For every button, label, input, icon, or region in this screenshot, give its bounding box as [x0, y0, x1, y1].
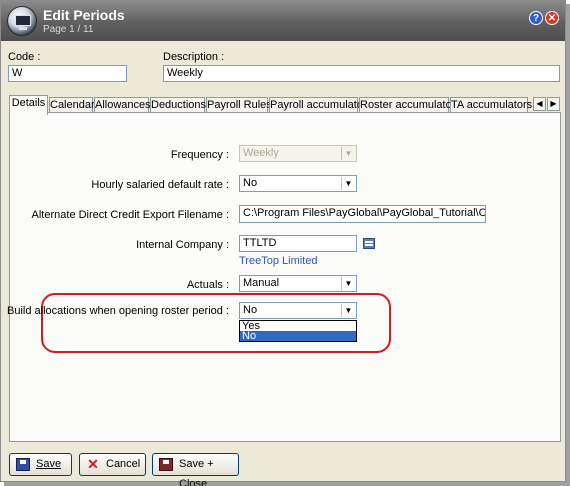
- description-label: Description :: [163, 51, 225, 63]
- frequency-value: Weekly: [243, 147, 279, 159]
- tab-details[interactable]: Details: [9, 95, 48, 115]
- actuals-select[interactable]: Manual ▼: [239, 275, 357, 292]
- cancel-button[interactable]: ✕ Cancel: [79, 453, 146, 476]
- save-button[interactable]: Save: [9, 453, 72, 476]
- lookup-icon[interactable]: [362, 236, 378, 252]
- build-allocations-select[interactable]: No ▼: [239, 302, 357, 319]
- edit-periods-window: Edit Periods Page 1 / 11 ? ✕ Code : W De…: [0, 0, 566, 486]
- chevron-down-icon: ▼: [341, 147, 355, 160]
- internal-company-name: TreeTop Limited: [239, 255, 318, 267]
- help-icon[interactable]: ?: [529, 11, 543, 25]
- title-bar: Edit Periods Page 1 / 11 ? ✕: [1, 1, 565, 41]
- actuals-value: Manual: [243, 277, 280, 289]
- x-icon: ✕: [87, 456, 99, 472]
- save-close-button-label: Save + Close: [179, 458, 214, 486]
- chevron-down-icon[interactable]: ▼: [341, 177, 355, 190]
- hourly-rate-label: Hourly salaried default rate :: [91, 179, 229, 191]
- frequency-select: Weekly ▼: [239, 145, 357, 162]
- monitor-icon: [7, 6, 37, 36]
- save-close-icon: [159, 458, 173, 471]
- code-field[interactable]: W: [8, 65, 127, 82]
- save-close-button[interactable]: Save + Close: [152, 453, 239, 486]
- chevron-down-icon[interactable]: ▼: [341, 304, 355, 317]
- build-allocations-value: No: [243, 304, 258, 316]
- alt-direct-credit-field[interactable]: C:\Program Files\PayGlobal\PayGlobal_Tut…: [239, 205, 486, 223]
- alt-direct-credit-label: Alternate Direct Credit Export Filename …: [31, 209, 229, 221]
- chevron-down-icon[interactable]: ▼: [341, 277, 355, 290]
- cancel-button-label: Cancel: [106, 458, 141, 470]
- tab-scroll-left-icon[interactable]: ◀: [533, 97, 546, 111]
- page-indicator: Page 1 / 11: [43, 24, 94, 35]
- tab-strip: Details Calendar Allowances Deductions P…: [9, 95, 561, 115]
- build-allocations-dropdown-list: Yes No: [239, 320, 357, 342]
- dropdown-option-yes[interactable]: Yes: [240, 321, 356, 332]
- floppy-disk-icon: [16, 458, 30, 471]
- dropdown-option-no[interactable]: No: [240, 331, 356, 342]
- internal-company-field[interactable]: TTLTD: [239, 235, 357, 252]
- tab-scroll-right-icon[interactable]: ▶: [547, 97, 560, 111]
- internal-company-label: Internal Company :: [136, 239, 229, 251]
- description-field[interactable]: Weekly: [163, 65, 560, 82]
- hourly-rate-select[interactable]: No ▼: [239, 175, 357, 192]
- hourly-rate-value: No: [243, 177, 258, 189]
- window-title: Edit Periods: [43, 7, 125, 23]
- close-icon[interactable]: ✕: [545, 11, 559, 25]
- frequency-label: Frequency :: [170, 149, 229, 161]
- code-label: Code :: [8, 51, 41, 63]
- build-allocations-label: Build allocations when opening roster pe…: [7, 305, 229, 317]
- actuals-label: Actuals :: [186, 279, 229, 291]
- save-button-label: Save: [36, 458, 62, 470]
